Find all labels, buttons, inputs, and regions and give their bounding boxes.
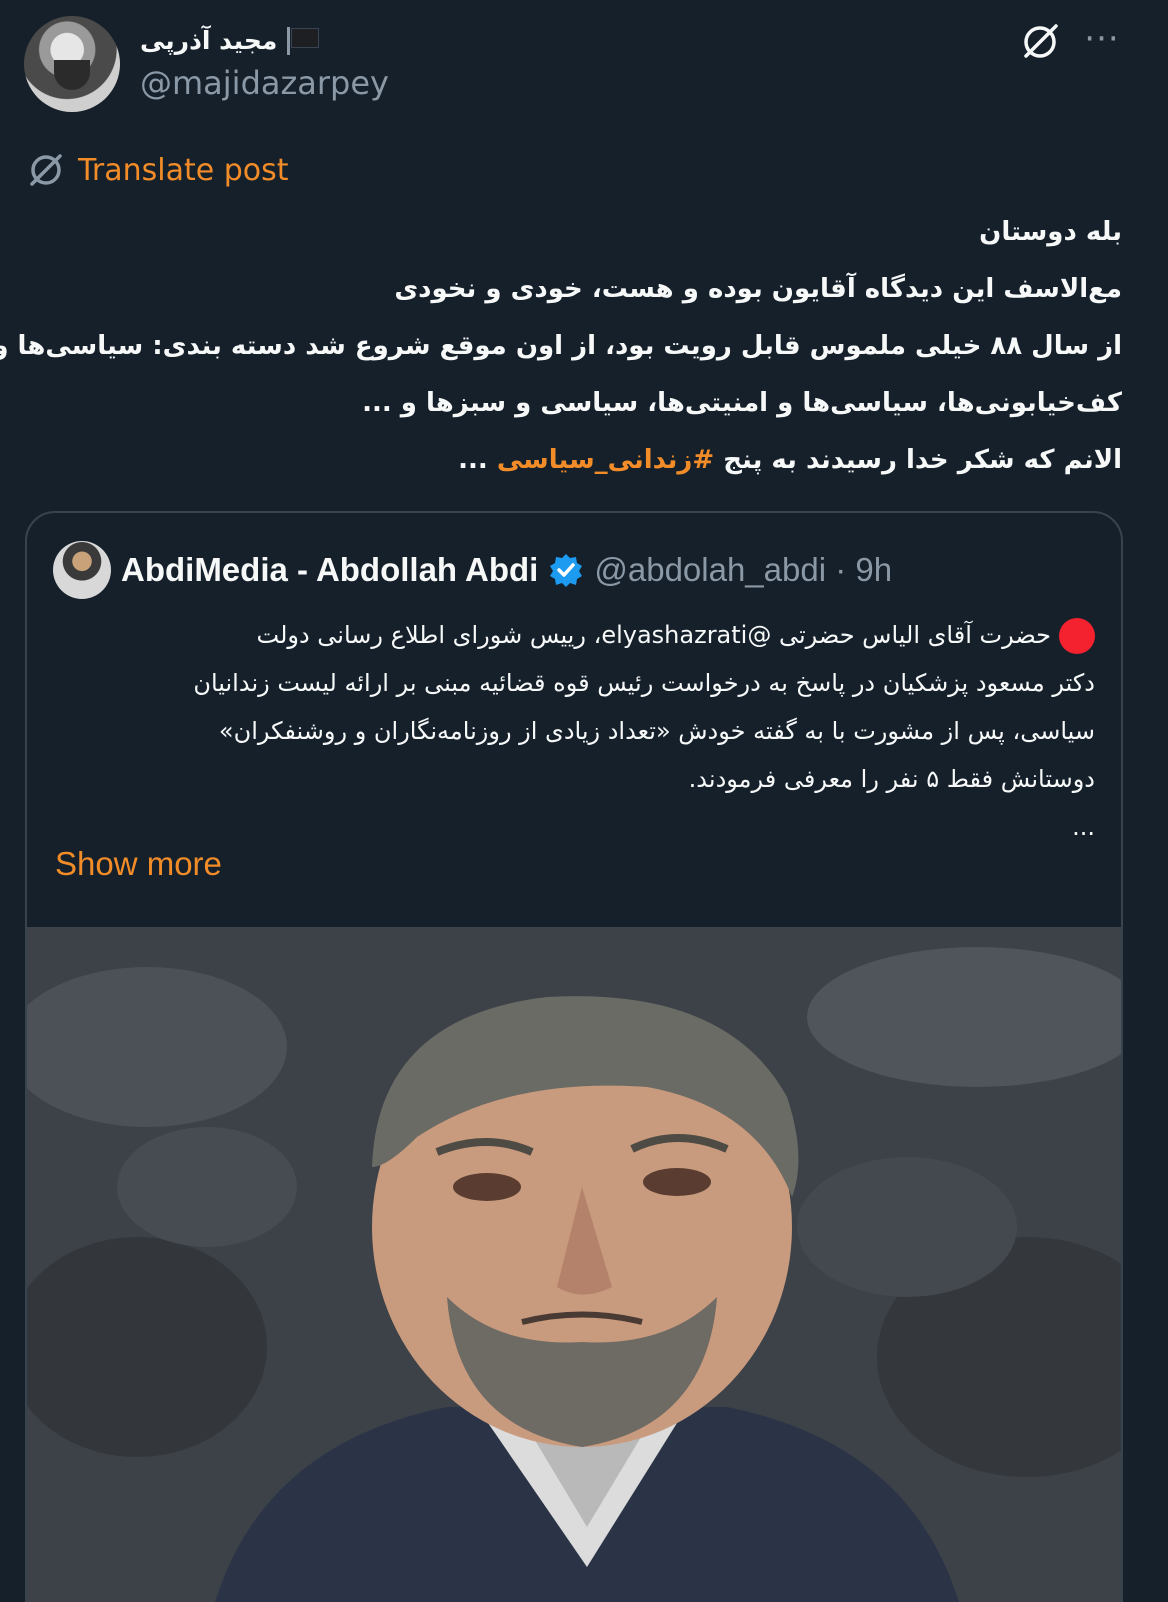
tweet-line: از سال ۸۸ خیلی ملموس قابل رویت بود، از ا… <box>0 331 1122 361</box>
quoted-author-avatar[interactable] <box>53 541 111 599</box>
quoted-author-name[interactable]: AbdiMedia - Abdollah Abdi <box>121 551 538 589</box>
more-icon[interactable]: ··· <box>1080 22 1124 62</box>
quote-line: دکتر مسعود پزشکیان در پاسخ به درخواست رئ… <box>193 669 1095 697</box>
quoted-post-text: حضرت آقای الیاس حضرتی @elyashazrati، ریی… <box>47 611 1095 851</box>
flag-icon <box>285 25 320 55</box>
quoted-post-header: AbdiMedia - Abdollah Abdi @abdolah_abdi … <box>53 541 892 599</box>
quote-line-first: حضرت آقای الیاس حضرتی @elyashazrati، ریی… <box>47 611 1095 659</box>
hashtag-link[interactable]: #زندانی_سیاسی <box>497 445 714 475</box>
author-handle[interactable]: @majidazarpey <box>140 64 389 102</box>
post-view: مجید آذرپی @majidazarpey ··· Translate p… <box>0 0 1168 1602</box>
tweet-trailing: ... <box>458 445 497 475</box>
tweet-line: الانم که شکر خدا رسیدند به پنج <box>723 445 1122 475</box>
translate-label: Translate post <box>78 152 289 188</box>
author-name[interactable]: مجید آذرپی <box>140 26 277 55</box>
translate-icon <box>30 154 62 186</box>
tweet-text: بله دوستان مع‌الاسف این دیدگاه آقایون بو… <box>0 204 1122 489</box>
quote-line: سیاسی، پس از مشورت با به گفته خودش «تعدا… <box>218 717 1095 745</box>
show-more-link[interactable]: Show more <box>55 845 222 883</box>
author-name-row: مجید آذرپی <box>140 18 320 62</box>
tweet-line: کف‌خیابونی‌ها، سیاسی‌ها و امنیتی‌ها، سیا… <box>362 388 1122 418</box>
quote-line: حضرت آقای الیاس حضرتی @elyashazrati، ریی… <box>256 621 1051 649</box>
tweet-line-with-hashtag: الانم که شکر خدا رسیدند به پنج #زندانی_س… <box>30 432 1122 489</box>
grok-icon[interactable] <box>1018 20 1062 64</box>
quote-line: ... <box>1072 813 1095 841</box>
red-circle-icon <box>1059 618 1095 654</box>
quoted-post[interactable]: AbdiMedia - Abdollah Abdi @abdolah_abdi … <box>25 511 1123 1602</box>
tweet-line: بله دوستان <box>979 217 1122 247</box>
quoted-author-handle[interactable]: @abdolah_abdi · 9h <box>594 551 892 589</box>
quote-line: دوستانش فقط ۵ نفر را معرفی فرمودند. <box>688 765 1095 793</box>
quoted-post-photo[interactable] <box>27 927 1121 1602</box>
translate-post-button[interactable]: Translate post <box>26 150 289 190</box>
author-avatar[interactable] <box>24 16 120 112</box>
tweet-line: مع‌الاسف این دیدگاه آقایون بوده و هست، خ… <box>394 274 1122 304</box>
verified-icon <box>550 554 583 587</box>
